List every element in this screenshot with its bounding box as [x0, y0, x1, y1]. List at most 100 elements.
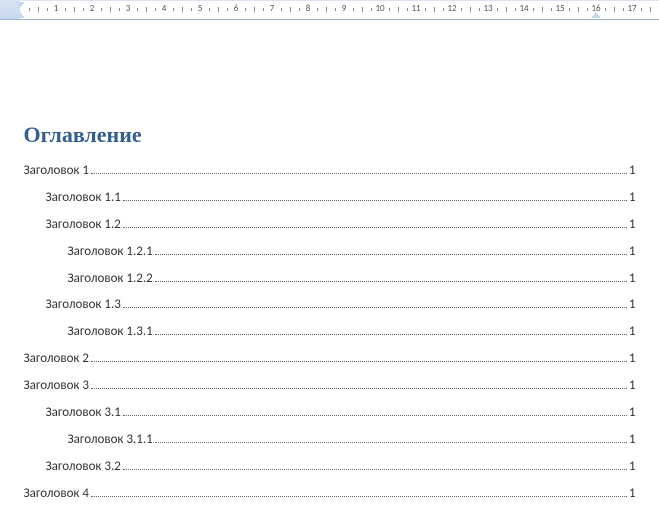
ruler-number: 12	[447, 3, 456, 14]
toc-entry[interactable]: Заголовок 1.3.11	[10, 319, 650, 346]
ruler-tick	[425, 8, 426, 11]
ruler-tick	[29, 8, 30, 11]
ruler-tick	[209, 8, 210, 11]
ruler-tick	[497, 8, 498, 11]
toc-entry-page: 1	[629, 432, 636, 449]
ruler-tick	[578, 7, 579, 12]
first-line-indent-marker[interactable]	[15, 2, 25, 8]
toc-entry[interactable]: Заголовок 3.21	[10, 454, 650, 481]
ruler-tick	[551, 8, 552, 11]
ruler-tick	[371, 8, 372, 11]
toc-entry-page: 1	[629, 163, 636, 180]
toc-leader-dots	[123, 415, 627, 416]
ruler-number: 5	[198, 3, 203, 14]
toc-entry[interactable]: Заголовок 1.3 1	[10, 292, 650, 319]
toc-leader-dots	[123, 469, 627, 470]
horizontal-ruler[interactable]: 123456789101112131415161718	[0, 0, 659, 20]
ruler-number: 6	[234, 3, 239, 14]
ruler-tick	[542, 7, 543, 12]
toc-entry[interactable]: Заголовок 1.11	[10, 185, 650, 212]
toc-list: Заголовок 1 1 Заголовок 1.11 Заголовок 1.2 1…	[10, 158, 650, 508]
ruler-tick	[407, 8, 408, 11]
toc-entry-page: 1	[629, 351, 636, 368]
ruler-tick	[173, 8, 174, 11]
toc-entry-text: Заголовок 1.3.1	[68, 324, 153, 341]
ruler-tick	[605, 8, 606, 11]
ruler-tick	[218, 7, 219, 12]
ruler-tick	[254, 7, 255, 12]
ruler-tick	[506, 7, 507, 12]
ruler-tick	[515, 8, 516, 11]
ruler-tick	[650, 7, 651, 12]
toc-entry[interactable]: Заголовок 3 1	[10, 373, 650, 400]
ruler-tick	[461, 8, 462, 11]
toc-entry-text: Заголовок 3.1	[46, 405, 121, 422]
ruler-tick	[623, 8, 624, 11]
ruler-tick	[245, 8, 246, 11]
ruler-number: 2	[90, 3, 95, 14]
toc-entry-text: Заголовок 1	[24, 163, 89, 180]
ruler-tick	[47, 8, 48, 11]
ruler-tick	[101, 8, 102, 11]
toc-entry-text: Заголовок 1.3	[46, 297, 121, 314]
toc-leader-dots	[123, 200, 627, 201]
ruler-tick	[137, 8, 138, 11]
toc-entry[interactable]: Заголовок 3.11	[10, 400, 650, 427]
ruler-tick	[434, 7, 435, 12]
toc-entry-page: 1	[629, 459, 636, 476]
ruler-tick	[191, 8, 192, 11]
toc-entry[interactable]: Заголовок 1.2.11	[10, 239, 650, 266]
toc-leader-dots	[91, 388, 627, 389]
toc-entry[interactable]: Заголовок 1.2.21	[10, 266, 650, 293]
toc-leader-dots	[123, 307, 627, 308]
toc-entry[interactable]: Заголовок 1.2 1	[10, 212, 650, 239]
ruler-number: 11	[411, 3, 420, 14]
toc-entry-page: 1	[629, 297, 636, 314]
ruler-tick	[443, 8, 444, 11]
ruler-tick	[263, 8, 264, 11]
ruler-tick	[119, 8, 120, 11]
toc-leader-dots	[91, 361, 627, 362]
ruler-tick	[614, 7, 615, 12]
ruler-tick	[290, 7, 291, 12]
ruler-tick	[146, 7, 147, 12]
ruler-number: 14	[519, 3, 528, 14]
ruler-tick	[479, 8, 480, 11]
toc-entry-text: Заголовок 2	[24, 351, 89, 368]
ruler-tick	[110, 7, 111, 12]
ruler-number: 13	[483, 3, 492, 14]
ruler-number: 1	[54, 3, 59, 14]
toc-entry-page: 1	[629, 486, 636, 503]
toc-entry-page: 1	[629, 271, 636, 288]
ruler-tick	[182, 7, 183, 12]
ruler-number: 10	[375, 3, 384, 14]
ruler-tick	[317, 8, 318, 11]
left-indent-marker[interactable]	[15, 12, 25, 18]
right-indent-marker[interactable]	[591, 12, 601, 18]
ruler-number: 17	[627, 3, 636, 14]
ruler-tick	[281, 8, 282, 11]
toc-entry-text: Заголовок 3.1.1	[68, 432, 153, 449]
ruler-number: 3	[126, 3, 131, 14]
toc-entry-text: Заголовок 3	[24, 378, 89, 395]
ruler-tick	[470, 7, 471, 12]
toc-entry[interactable]: Заголовок 3.1.1 1	[10, 427, 650, 454]
ruler-number: 15	[555, 3, 564, 14]
toc-entry[interactable]: Заголовок 1 1	[10, 158, 650, 185]
toc-leader-dots	[155, 254, 627, 255]
toc-entry-page: 1	[629, 217, 636, 234]
ruler-tick	[569, 8, 570, 11]
toc-entry-page: 1	[629, 378, 636, 395]
ruler-tick	[353, 8, 354, 11]
ruler-tick	[335, 8, 336, 11]
ruler-strip: 123456789101112131415161718	[20, 1, 659, 19]
toc-entry[interactable]: Заголовок 41	[10, 481, 650, 508]
toc-entry-text: Заголовок 1.2.1	[68, 244, 153, 261]
ruler-tick	[389, 8, 390, 11]
ruler-tick	[641, 8, 642, 11]
ruler-tick	[326, 7, 327, 12]
toc-entry[interactable]: Заголовок 2 1	[10, 346, 650, 373]
document-page: Оглавление Заголовок 11Заголовок 1.11Заг…	[10, 42, 650, 508]
toc-entry-text: Заголовок 1.2	[46, 217, 121, 234]
ruler-tick	[362, 7, 363, 12]
